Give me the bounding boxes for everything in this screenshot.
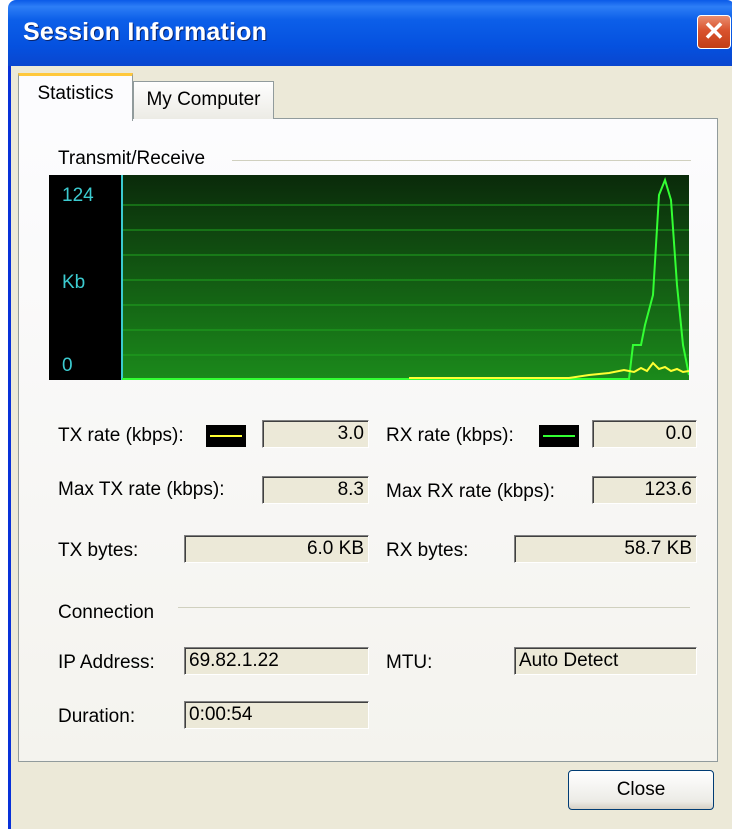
tx-rate-color-swatch: [206, 425, 246, 447]
close-window-icon[interactable]: ✕: [697, 15, 731, 49]
rx-bytes-field: 58.7 KB: [514, 535, 697, 563]
tab-statistics[interactable]: Statistics: [18, 73, 133, 121]
transmit-receive-graph: 124 Kb 0: [49, 175, 689, 380]
duration-field: 0:00:54: [184, 701, 369, 729]
title-bar[interactable]: Session Information ✕: [8, 0, 732, 66]
rx-bytes-label: RX bytes:: [386, 540, 469, 561]
close-button[interactable]: Close: [568, 770, 714, 810]
max-tx-rate-field: 8.3: [262, 476, 369, 504]
transmit-receive-divider: [232, 160, 691, 161]
connection-divider: [178, 607, 690, 608]
max-rx-rate-label: Max RX rate (kbps):: [386, 481, 555, 502]
graph-min-label: 0: [62, 355, 73, 376]
graph-unit-label: Kb: [62, 272, 86, 293]
mtu-field: Auto Detect: [514, 647, 697, 675]
max-tx-rate-label: Max TX rate (kbps):: [58, 479, 225, 500]
ip-address-label: IP Address:: [58, 652, 155, 673]
duration-label: Duration:: [58, 706, 136, 727]
mtu-label: MTU:: [386, 652, 433, 673]
rx-rate-label: RX rate (kbps):: [386, 425, 514, 446]
transmit-receive-group-label: Transmit/Receive: [58, 148, 206, 169]
connection-group-label: Connection: [58, 602, 155, 623]
ip-address-field: 69.82.1.22: [184, 647, 369, 675]
graph-max-label: 124: [62, 185, 94, 206]
tx-rate-field: 3.0: [262, 420, 369, 448]
tx-swatch-line: [210, 435, 242, 437]
graph-plot-area: [122, 175, 689, 380]
tab-my-computer[interactable]: My Computer: [133, 81, 274, 119]
max-rx-rate-field: 123.6: [592, 476, 697, 504]
tx-bytes-label: TX bytes:: [58, 540, 139, 561]
graph-canvas: [121, 175, 689, 380]
tx-bytes-field: 6.0 KB: [184, 535, 369, 563]
window-title: Session Information: [23, 18, 268, 46]
rx-rate-field: 0.0: [592, 420, 697, 448]
rx-rate-color-swatch: [539, 425, 579, 447]
tx-rate-label: TX rate (kbps):: [58, 425, 184, 446]
rx-swatch-line: [543, 435, 575, 437]
